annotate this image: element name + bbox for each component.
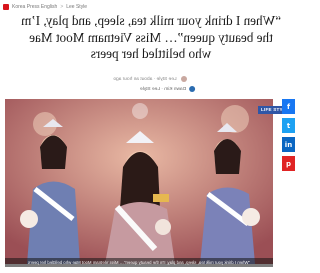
byline: Dawn Kim · Lee Style [140,85,196,93]
facebook-icon[interactable]: f [282,99,295,114]
avatar-icon [189,86,196,92]
home-icon[interactable] [3,4,9,10]
breadcrumb-item[interactable]: Lee Style [66,4,87,10]
twitter-icon[interactable]: t [282,118,295,133]
breadcrumb: Korea Press English > Lee Style [3,3,87,11]
avatar [180,76,187,82]
photo-caption: "When I drink your milk tea, sleep, and … [28,260,251,265]
article-headline: “When I drink your milk tea, sleep, and … [21,13,281,61]
article-photo [5,99,273,264]
photo-caption-bar: "When I drink your milk tea, sleep, and … [5,258,273,267]
pinterest-icon[interactable]: p [282,156,295,171]
byline-text[interactable]: Dawn Kim · Lee Style [140,87,186,92]
share-rail: f t in p [282,99,295,171]
breadcrumb-separator: > [60,4,64,10]
linkedin-icon[interactable]: in [282,137,295,152]
article-meta: Lee Style · about an hour ago [0,74,300,84]
breadcrumb-item[interactable]: Korea Press English [12,4,57,10]
meta-text: Lee Style · about an hour ago [113,76,177,82]
pageant-photo-illustration [5,99,273,264]
